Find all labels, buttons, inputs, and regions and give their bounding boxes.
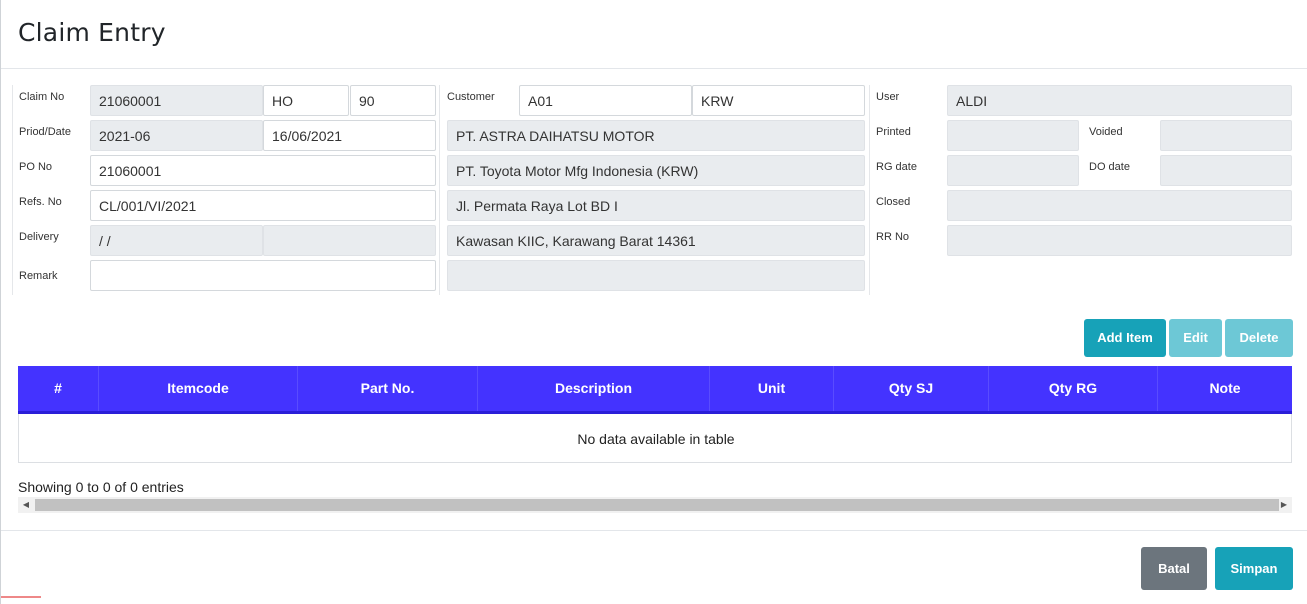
po-field[interactable]: 21060001 <box>90 155 436 186</box>
claim-seq-field[interactable]: 90 <box>350 85 436 116</box>
column-header[interactable]: Qty SJ <box>834 366 989 411</box>
delete-button[interactable]: Delete <box>1225 319 1293 357</box>
page-title: Claim Entry <box>18 18 166 47</box>
remark-field[interactable] <box>90 260 436 291</box>
refs-field[interactable]: CL/001/VI/2021 <box>90 190 436 221</box>
customer-name-field: PT. ASTRA DAIHATSU MOTOR <box>447 120 865 151</box>
delivery-field: / / <box>90 225 263 256</box>
customer-address-1: PT. Toyota Motor Mfg Indonesia (KRW) <box>447 155 865 186</box>
customer-area-field[interactable]: KRW <box>692 85 865 116</box>
table-info: Showing 0 to 0 of 0 entries <box>18 479 184 495</box>
do-date-field <box>1160 155 1292 186</box>
column-header[interactable]: Qty RG <box>989 366 1158 411</box>
footer-divider <box>1 530 1307 531</box>
rg-date-label: RG date <box>876 161 917 173</box>
delivery-field-2 <box>263 225 436 256</box>
period-field: 2021-06 <box>90 120 263 151</box>
customer-label: Customer <box>447 91 495 103</box>
scrollbar-thumb[interactable] <box>35 499 1279 511</box>
claim-branch-field[interactable]: HO <box>263 85 349 116</box>
po-label: PO No <box>19 161 53 173</box>
corner-indicator <box>1 596 41 604</box>
delivery-label: Delivery <box>19 231 59 243</box>
horizontal-scrollbar[interactable]: ◀ ▶ <box>18 497 1292 513</box>
claim-no-field: 21060001 <box>90 85 263 116</box>
user-label: User <box>876 91 900 103</box>
modal-header: Claim Entry <box>1 0 1307 69</box>
table-header: # Itemcode Part No. Description Unit Qty… <box>18 366 1292 414</box>
column-header[interactable]: # <box>18 366 99 411</box>
column-header[interactable]: Unit <box>710 366 834 411</box>
rr-no-label: RR No <box>876 231 910 243</box>
empty-table-message: No data available in table <box>577 431 735 447</box>
save-button[interactable]: Simpan <box>1215 547 1293 590</box>
column-header[interactable]: Description <box>478 366 710 411</box>
table-body: No data available in table <box>18 414 1292 463</box>
column-header[interactable]: Itemcode <box>99 366 298 411</box>
printed-field <box>947 120 1079 151</box>
closed-field <box>947 190 1292 221</box>
customer-address-3: Kawasan KIIC, Karawang Barat 14361 <box>447 225 865 256</box>
voided-field <box>1160 120 1292 151</box>
remark-label: Remark <box>19 270 58 282</box>
column-header[interactable]: Part No. <box>298 366 478 411</box>
printed-label: Printed <box>876 126 911 138</box>
claim-entry-modal: Claim Entry Claim No 21060001 HO 90 Prio… <box>0 0 1307 604</box>
date-field[interactable]: 16/06/2021 <box>263 120 436 151</box>
claim-no-label: Claim No <box>19 91 65 103</box>
refs-label: Refs. No <box>19 196 62 208</box>
cancel-button[interactable]: Batal <box>1141 547 1207 590</box>
add-item-button[interactable]: Add Item <box>1084 319 1166 357</box>
rr-no-field <box>947 225 1292 256</box>
voided-label: Voided <box>1089 126 1123 138</box>
customer-code-field[interactable]: A01 <box>519 85 692 116</box>
do-date-label: DO date <box>1089 161 1130 173</box>
period-label: Priod/Date <box>19 126 71 138</box>
scroll-right-icon[interactable]: ▶ <box>1278 499 1290 511</box>
edit-button[interactable]: Edit <box>1169 319 1222 357</box>
user-field: ALDI <box>947 85 1292 116</box>
rg-date-field <box>947 155 1079 186</box>
customer-address-4 <box>447 260 865 291</box>
column-header[interactable]: Note <box>1158 366 1292 411</box>
closed-label: Closed <box>876 196 911 208</box>
customer-address-2: Jl. Permata Raya Lot BD I <box>447 190 865 221</box>
scroll-left-icon[interactable]: ◀ <box>20 499 32 511</box>
